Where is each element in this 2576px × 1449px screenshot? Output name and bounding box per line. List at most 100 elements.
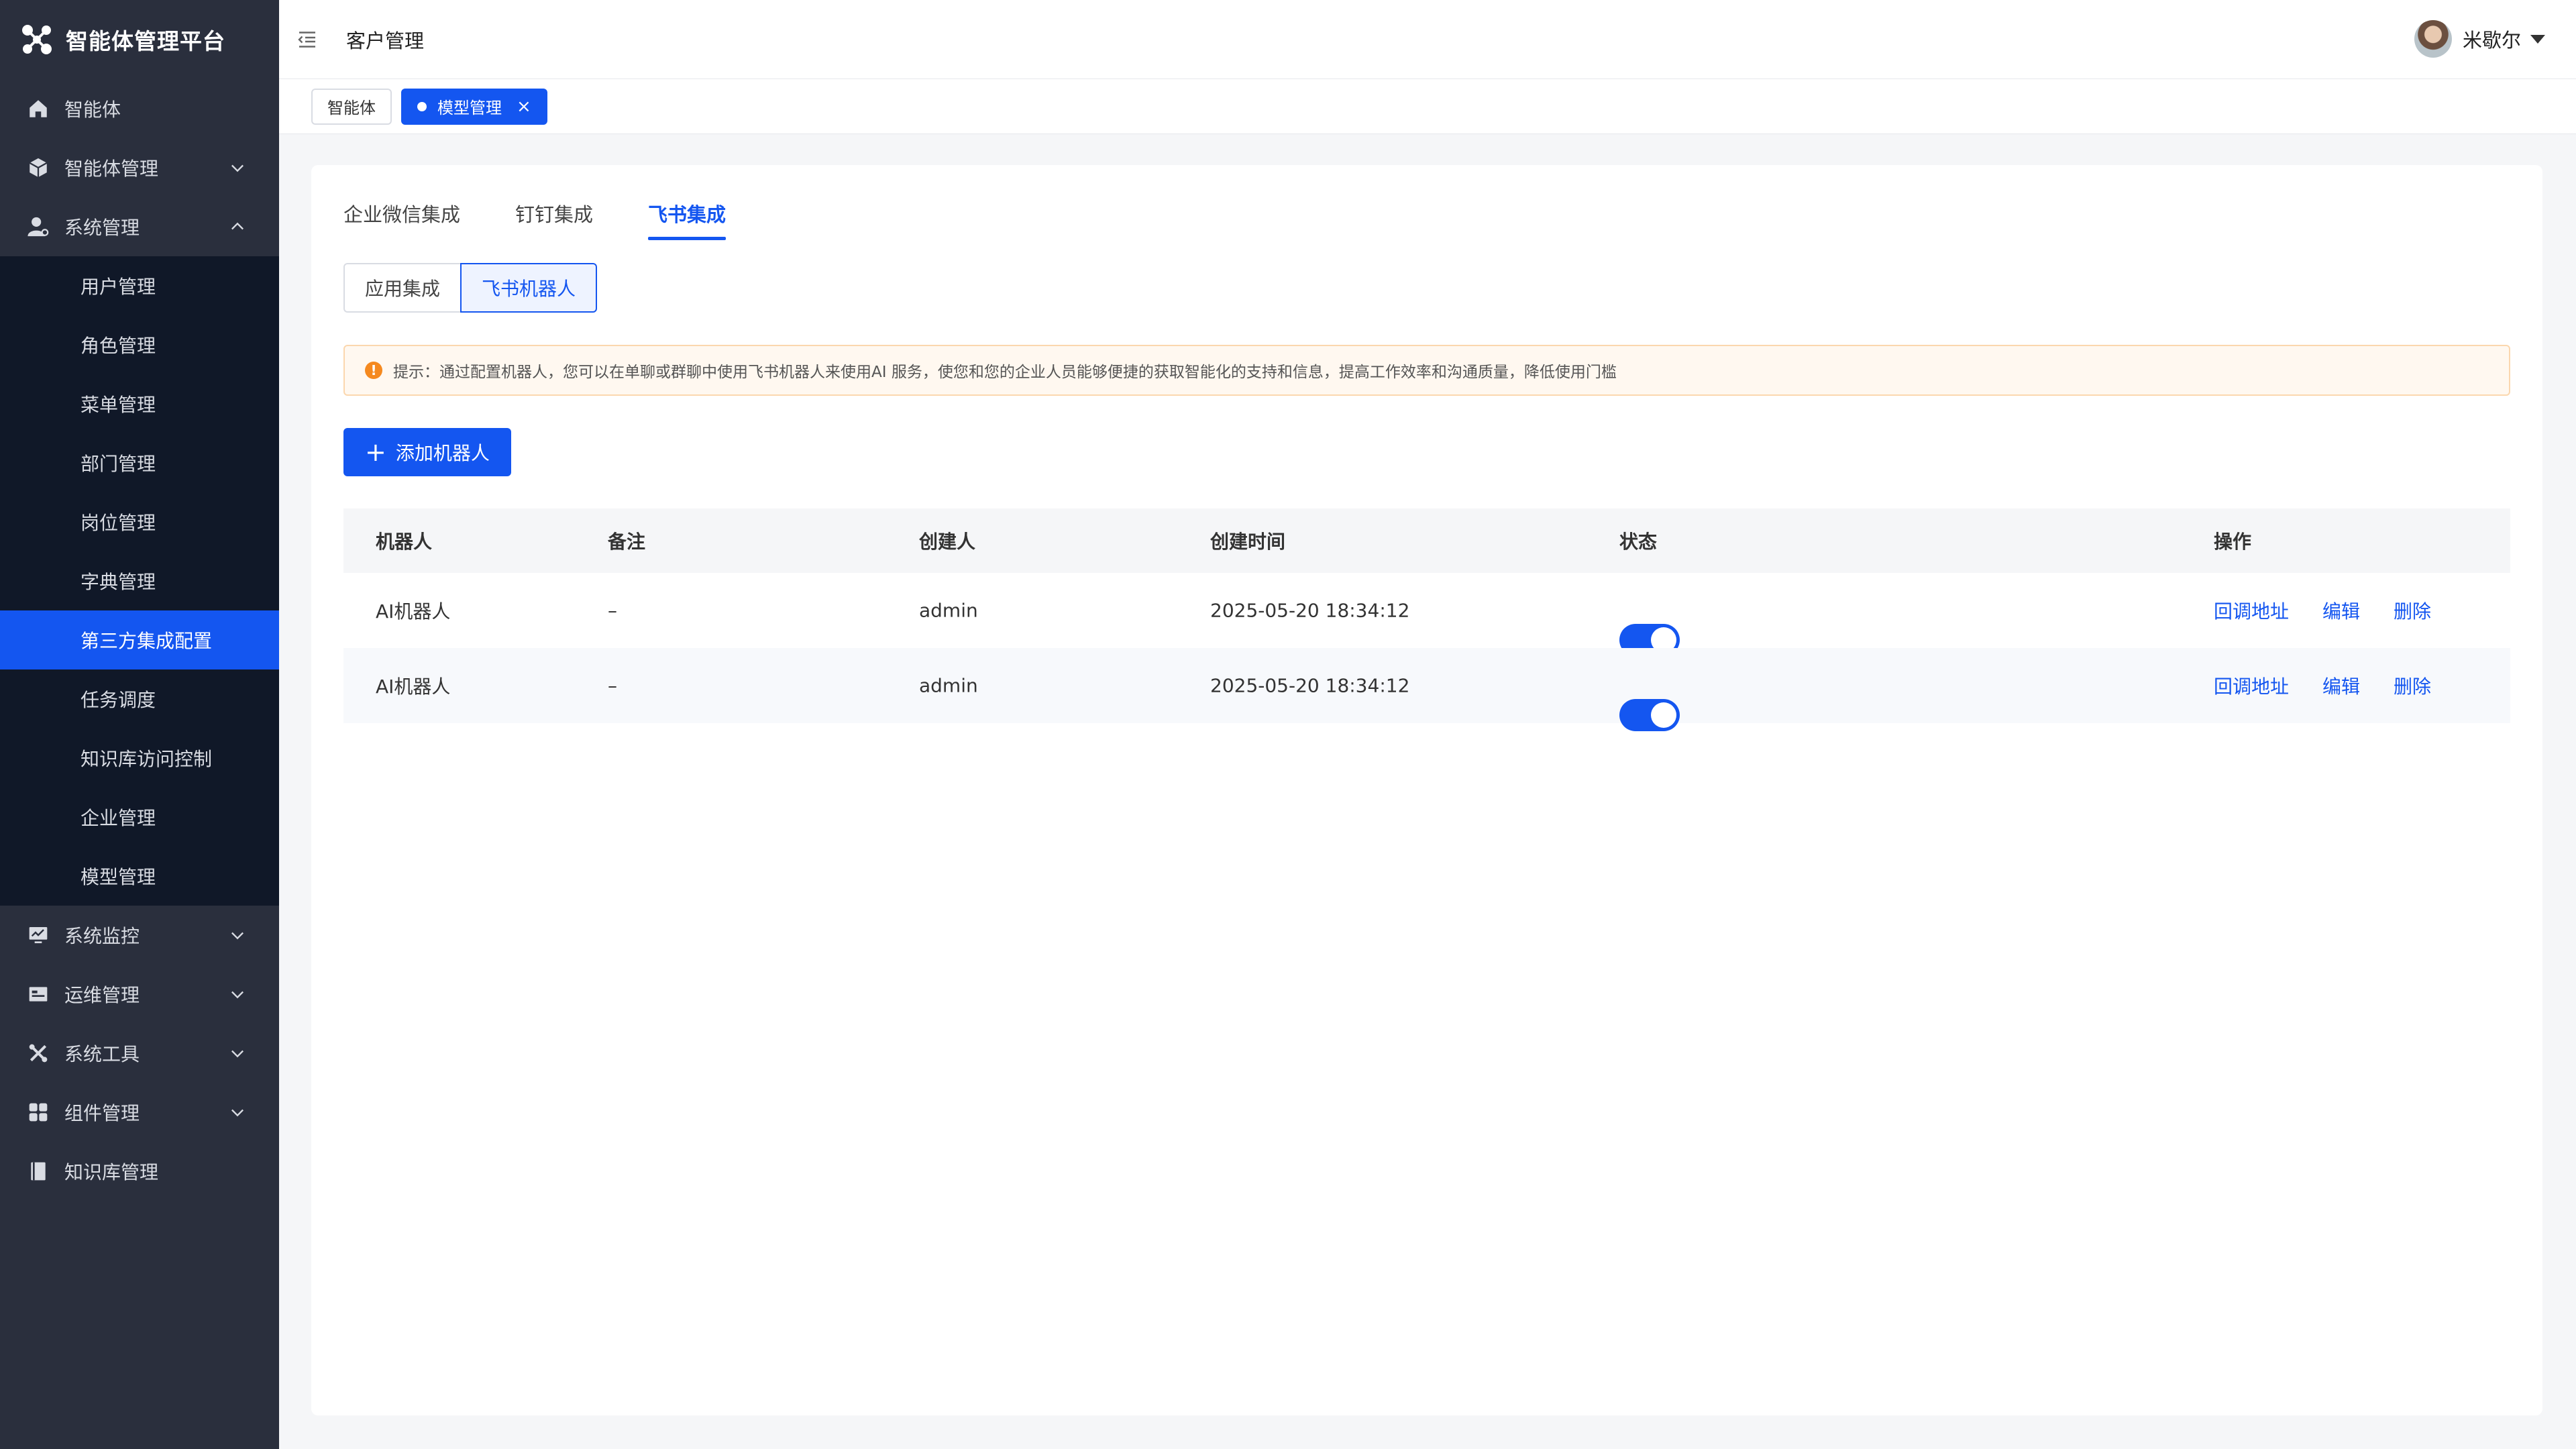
sidebar-item-label: 组件管理 [64, 1102, 140, 1124]
robot-name: AI机器人 [376, 600, 451, 623]
sidebar-item-label: 智能体 [64, 99, 121, 121]
status-toggle[interactable] [1619, 699, 1680, 731]
sidebar-item-enterprise-management[interactable]: 企业管理 [0, 788, 279, 847]
sidebar-item-system-monitor[interactable]: 系统监控 [0, 906, 279, 965]
monitor-icon [25, 922, 51, 948]
column-header-actions: 操作 [2214, 531, 2252, 553]
sidebar-item-dictionary-management[interactable]: 字典管理 [0, 551, 279, 610]
robot-created-time: 2025-05-20 18:34:12 [1210, 599, 1410, 622]
robot-creator: admin [919, 599, 978, 622]
chevron-up-icon [231, 222, 244, 230]
chevron-down-icon [231, 991, 244, 999]
table-header: 机器人 备注 创建人 创建时间 状态 操作 [343, 508, 2510, 573]
sidebar-item-label: 运维管理 [64, 984, 140, 1006]
sidebar-item-label: 系统监控 [64, 925, 140, 947]
logo-icon [22, 25, 52, 54]
add-robot-label: 添加机器人 [395, 442, 490, 464]
sidebar-item-ops-management[interactable]: 运维管理 [0, 965, 279, 1024]
integration-tabs: 企业微信集成 钉钉集成 飞书集成 [343, 192, 781, 240]
sidebar-item-knowledge-access-control[interactable]: 知识库访问控制 [0, 729, 279, 788]
tab-wecom-integration[interactable]: 企业微信集成 [343, 192, 460, 235]
add-robot-button[interactable]: + 添加机器人 [343, 428, 511, 476]
tab-feishu-integration[interactable]: 飞书集成 [648, 192, 727, 240]
segment-app-integration[interactable]: 应用集成 [343, 263, 461, 313]
segment-control: 应用集成 飞书机器人 [343, 263, 598, 313]
column-header-creator: 创建人 [919, 531, 976, 553]
caret-down-icon[interactable] [2530, 34, 2545, 44]
tag-label: 智能体 [327, 99, 376, 117]
column-header-created-time: 创建时间 [1210, 531, 1286, 553]
delete-link[interactable]: 删除 [2394, 672, 2431, 699]
tag-label: 模型管理 [437, 99, 502, 117]
sidebar-item-label: 系统管理 [64, 217, 140, 239]
robot-note: – [608, 599, 617, 622]
page-title: 客户管理 [346, 29, 425, 52]
sidebar-item-label: 知识库管理 [64, 1161, 159, 1183]
sidebar-item-model-management[interactable]: 模型管理 [0, 847, 279, 906]
row-actions: 回调地址 编辑 删除 [2214, 597, 2465, 624]
column-header-status: 状态 [1619, 531, 1658, 553]
tag-model-management[interactable]: 模型管理 × [401, 88, 547, 125]
tab-dingtalk-integration[interactable]: 钉钉集成 [515, 192, 593, 235]
user-menu[interactable]: 米歇尔 [2414, 20, 2545, 58]
row-actions: 回调地址 编辑 删除 [2214, 672, 2465, 699]
sidebar-item-label: 智能体管理 [64, 158, 159, 180]
menu-collapse-icon[interactable] [295, 28, 319, 52]
robot-table: 机器人 备注 创建人 创建时间 状态 操作 AI机器人 – admin 2025… [343, 508, 2510, 731]
user-gear-icon [25, 214, 51, 239]
chevron-down-icon [231, 1109, 244, 1117]
column-header-note: 备注 [608, 531, 646, 553]
chevron-down-icon [231, 164, 244, 172]
robot-note: – [608, 674, 617, 697]
system-submenu: 用户管理 角色管理 菜单管理 部门管理 岗位管理 字典管理 第三方集成配置 任务… [0, 256, 279, 906]
sidebar-item-system-management[interactable]: 系统管理 [0, 197, 279, 256]
robot-created-time: 2025-05-20 18:34:12 [1210, 674, 1410, 697]
sidebar-item-role-management[interactable]: 角色管理 [0, 315, 279, 374]
sidebar-item-department-management[interactable]: 部门管理 [0, 433, 279, 492]
home-icon [25, 96, 51, 121]
edit-link[interactable]: 编辑 [2322, 597, 2360, 624]
user-name: 米歇尔 [2462, 29, 2521, 52]
plus-icon: + [365, 437, 386, 467]
sidebar-item-component-management[interactable]: 组件管理 [0, 1083, 279, 1142]
active-dot-icon [417, 101, 427, 111]
sidebar-item-menu-management[interactable]: 菜单管理 [0, 374, 279, 433]
sidebar-item-task-scheduling[interactable]: 任务调度 [0, 669, 279, 729]
grid-icon [25, 1099, 51, 1125]
brand-title: 智能体管理平台 [66, 28, 225, 54]
callback-url-link[interactable]: 回调地址 [2214, 672, 2289, 699]
table-row: AI机器人 – admin 2025-05-20 18:34:12 回调地址 编… [343, 573, 2510, 656]
segment-feishu-robot[interactable]: 飞书机器人 [460, 263, 598, 313]
tools-icon [25, 1040, 51, 1066]
book-icon [25, 1159, 51, 1184]
avatar[interactable] [2414, 20, 2452, 58]
ops-icon [25, 981, 51, 1007]
top-header: 客户管理 米歇尔 [279, 0, 2576, 79]
delete-link[interactable]: 删除 [2394, 597, 2431, 624]
alert-text: 提示：通过配置机器人，您可以在单聊或群聊中使用飞书机器人来使用AI 服务，使您和… [393, 364, 1617, 381]
chevron-down-icon [231, 932, 244, 940]
sidebar-item-agent[interactable]: 智能体 [0, 79, 279, 138]
sidebar-item-label: 系统工具 [64, 1043, 140, 1065]
toggle-knob [1651, 702, 1676, 728]
callback-url-link[interactable]: 回调地址 [2214, 597, 2289, 624]
sidebar-item-third-party-integration[interactable]: 第三方集成配置 [0, 610, 279, 669]
table-row: AI机器人 – admin 2025-05-20 18:34:12 回调地址 编… [343, 648, 2510, 731]
tag-agent[interactable]: 智能体 [311, 88, 392, 125]
sidebar-item-user-management[interactable]: 用户管理 [0, 256, 279, 315]
sidebar-item-knowledge-management[interactable]: 知识库管理 [0, 1142, 279, 1201]
tip-alert: ! 提示：通过配置机器人，您可以在单聊或群聊中使用飞书机器人来使用AI 服务，使… [343, 345, 2510, 396]
content-card: 企业微信集成 钉钉集成 飞书集成 应用集成 飞书机器人 ! 提示：通过配置机器人… [311, 165, 2542, 1415]
sidebar-item-post-management[interactable]: 岗位管理 [0, 492, 279, 551]
robot-creator: admin [919, 674, 978, 697]
cube-icon [25, 155, 51, 180]
sidebar-item-agent-management[interactable]: 智能体管理 [0, 138, 279, 197]
tag-bar: 智能体 模型管理 × [279, 79, 2576, 134]
brand[interactable]: 智能体管理平台 [0, 0, 279, 79]
close-icon[interactable]: × [517, 98, 531, 115]
column-header-robot: 机器人 [376, 531, 433, 553]
sidebar-item-system-tools[interactable]: 系统工具 [0, 1024, 279, 1083]
warning-icon: ! [365, 362, 382, 379]
robot-name: AI机器人 [376, 676, 451, 698]
edit-link[interactable]: 编辑 [2322, 672, 2360, 699]
